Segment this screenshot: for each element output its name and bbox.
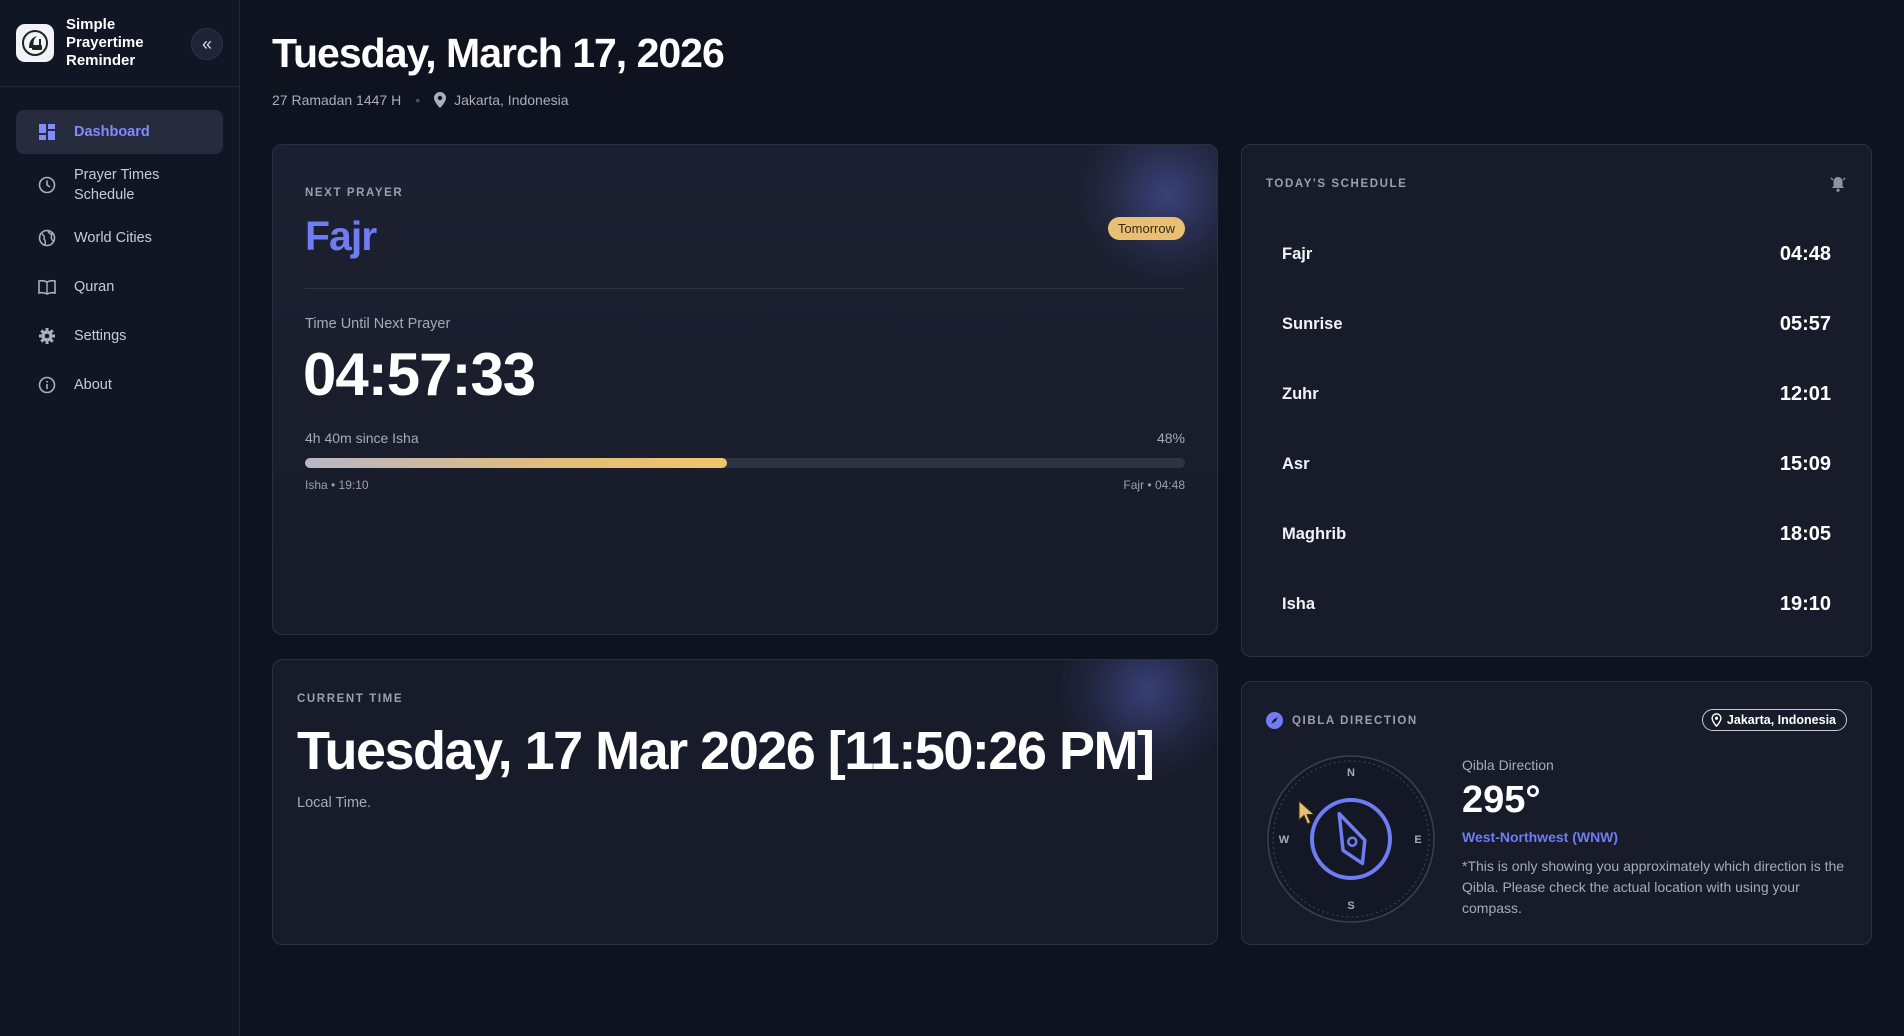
schedule-row: Fajr 04:48 (1258, 219, 1855, 289)
progress-start-label: Isha • 19:10 (305, 478, 369, 492)
location-pin-icon (434, 92, 447, 108)
schedule-row: Zuhr 12:01 (1258, 359, 1855, 429)
divider (305, 288, 1185, 289)
sidebar-item-label: Quran (74, 279, 115, 295)
card-glow (1077, 145, 1217, 285)
todays-schedule-card: TODAY'S SCHEDULE Fajr 04:48 Sunrise 05:5… (1241, 144, 1872, 657)
prayer-time: 05:57 (1779, 312, 1831, 335)
qibla-label: Qibla Direction (1462, 757, 1554, 773)
current-time-eyebrow: CURRENT TIME (297, 693, 404, 705)
progress-bar (305, 458, 1185, 468)
next-prayer-eyebrow: NEXT PRAYER (305, 187, 404, 199)
compass-east: E (1414, 834, 1421, 846)
sidebar-item-label: Settings (74, 328, 127, 344)
compass-west: W (1279, 834, 1290, 846)
compass-south: S (1347, 900, 1354, 912)
current-datetime: Tuesday, 17 Mar 2026 [11:50:26 PM] (297, 721, 1155, 781)
header-location: Jakarta, Indonesia (454, 92, 569, 108)
collapse-sidebar-button[interactable]: « (191, 28, 223, 60)
schedule-row: Asr 15:09 (1258, 429, 1855, 499)
schedule-row: Sunrise 05:57 (1258, 289, 1855, 359)
schedule-list: Fajr 04:48 Sunrise 05:57 Zuhr 12:01 Asr … (1258, 219, 1855, 639)
sidebar: Simple Prayertime Reminder « Dashboard P… (0, 0, 240, 1036)
countdown-timer: 04:57:33 (303, 341, 536, 408)
clock-icon (38, 176, 56, 194)
tomorrow-badge: Tomorrow (1107, 217, 1185, 240)
sidebar-item-label: About (74, 377, 112, 393)
current-time-card: CURRENT TIME Tuesday, 17 Mar 2026 [11:50… (272, 659, 1218, 945)
location-pin-icon (1711, 713, 1722, 727)
time-since-last-prayer: 4h 40m since Isha (305, 430, 419, 446)
mouse-cursor-icon (1298, 800, 1316, 825)
countdown-label: Time Until Next Prayer (305, 316, 451, 332)
schedule-row: Isha 19:10 (1258, 569, 1855, 639)
gear-icon (39, 328, 55, 344)
compass-north: N (1347, 767, 1355, 779)
prayer-time: 15:09 (1779, 452, 1831, 475)
sidebar-item-dashboard[interactable]: Dashboard (16, 110, 223, 154)
schedule-eyebrow: TODAY'S SCHEDULE (1266, 178, 1408, 190)
prayer-name: Fajr (1282, 244, 1313, 263)
schedule-row: Maghrib 18:05 (1258, 499, 1855, 569)
sidebar-item-settings[interactable]: Settings (16, 314, 223, 358)
prayer-time: 18:05 (1779, 522, 1831, 545)
qibla-direction-card: QIBLA DIRECTION Jakarta, Indonesia N E S… (1241, 681, 1872, 945)
sidebar-item-label: Prayer Times Schedule (74, 167, 160, 203)
compass-icon (1266, 712, 1283, 729)
app-logo-icon (16, 24, 54, 62)
qibla-disclaimer: *This is only showing you approximately … (1462, 858, 1845, 916)
sidebar-item-label: World Cities (74, 230, 152, 246)
qibla-direction-name: West-Northwest (WNW) (1462, 829, 1619, 845)
prayer-name: Zuhr (1282, 384, 1319, 403)
prayer-name: Isha (1282, 594, 1316, 613)
qibla-location: Jakarta, Indonesia (1726, 713, 1836, 727)
qibla-location-chip[interactable]: Jakarta, Indonesia (1701, 709, 1847, 731)
local-time-note: Local Time. (297, 795, 372, 811)
qibla-degrees: 295° (1462, 779, 1541, 821)
qibla-eyebrow: QIBLA DIRECTION (1292, 714, 1418, 727)
header-subline: 27 Ramadan 1447 H • Jakarta, Indonesia (272, 92, 569, 108)
chevrons-left-icon: « (201, 33, 212, 54)
sidebar-item-world-cities[interactable]: World Cities (16, 216, 223, 260)
next-prayer-name: Fajr (305, 213, 377, 259)
separator-dot: • (415, 92, 421, 108)
sidebar-item-label: Dashboard (74, 124, 150, 140)
sidebar-item-quran[interactable]: Quran (16, 265, 223, 309)
info-icon (38, 376, 56, 394)
next-prayer-card: NEXT PRAYER Fajr Tomorrow Time Until Nex… (272, 144, 1218, 635)
prayer-time: 12:01 (1779, 382, 1831, 405)
sidebar-item-prayer-times[interactable]: Prayer Times Schedule (16, 159, 223, 211)
hijri-date: 27 Ramadan 1447 H (272, 92, 402, 108)
progress-percent: 48% (1156, 430, 1185, 446)
prayer-name: Sunrise (1282, 314, 1343, 333)
prayer-name: Maghrib (1282, 524, 1347, 543)
progress-end-label: Fajr • 04:48 (1123, 478, 1185, 492)
page-title: Tuesday, March 17, 2026 (272, 30, 725, 76)
bell-icon[interactable] (1829, 175, 1847, 193)
app-name: Simple Prayertime Reminder (66, 16, 144, 69)
prayer-name: Asr (1282, 454, 1310, 473)
book-icon (38, 279, 56, 295)
sidebar-nav: Dashboard Prayer Times Schedule World Ci… (0, 87, 239, 435)
dashboard-icon (39, 124, 55, 140)
prayer-time: 04:48 (1779, 242, 1831, 265)
prayer-time: 19:10 (1779, 592, 1831, 615)
qibla-compass: N E S W (1267, 755, 1435, 923)
qibla-header: QIBLA DIRECTION (1266, 712, 1418, 729)
sidebar-item-about[interactable]: About (16, 363, 223, 407)
globe-icon (38, 229, 56, 247)
progress-bar-fill (305, 458, 728, 468)
